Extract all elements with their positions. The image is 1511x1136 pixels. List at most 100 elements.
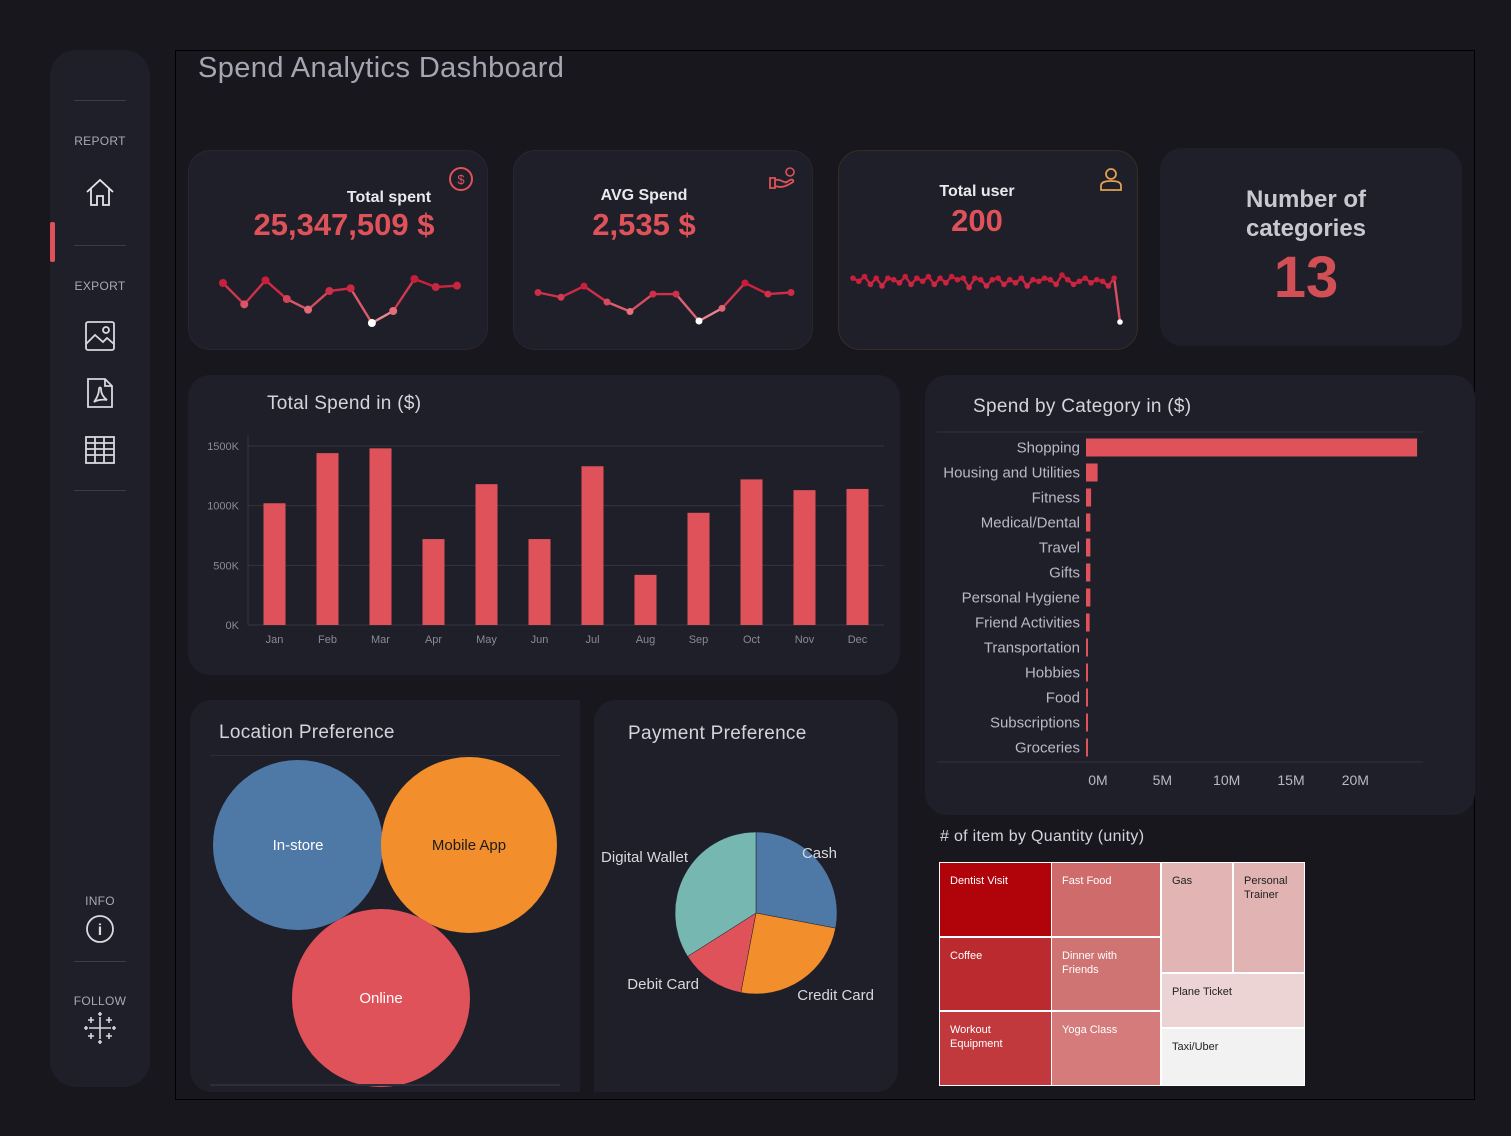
sparkline-point[interactable] <box>389 307 398 315</box>
bar-apr[interactable] <box>422 539 445 625</box>
category-bar[interactable] <box>1086 638 1088 657</box>
sparkline-point[interactable] <box>1099 278 1106 285</box>
sparkline-point[interactable] <box>741 279 749 287</box>
sparkline-point[interactable] <box>557 293 565 301</box>
sparkline-point[interactable] <box>1012 280 1019 286</box>
sparkline-point[interactable] <box>1076 278 1083 285</box>
category-bar[interactable] <box>1086 538 1091 557</box>
sparkline-point[interactable] <box>1082 275 1088 281</box>
sparkline-point[interactable] <box>1024 283 1030 289</box>
treemap-cell[interactable]: Workout Equipment <box>939 1011 1053 1086</box>
sparkline-point[interactable] <box>925 273 932 280</box>
treemap-cell[interactable]: Dinner with Friends <box>1051 937 1161 1011</box>
sparkline-point[interactable] <box>914 275 920 281</box>
sparkline-point[interactable] <box>995 275 1001 281</box>
sparkline-point[interactable] <box>1041 275 1048 281</box>
sparkline-point[interactable] <box>1111 275 1117 281</box>
sparkline-point[interactable] <box>695 317 703 325</box>
sparkline-point[interactable] <box>718 304 726 312</box>
sparkline-point[interactable] <box>1006 276 1013 283</box>
treemap-cell[interactable]: Coffee <box>939 937 1053 1011</box>
category-bar[interactable] <box>1086 713 1088 732</box>
category-bar[interactable] <box>1086 613 1090 632</box>
sparkline-point[interactable] <box>977 276 984 283</box>
sparkline-point[interactable] <box>325 287 334 295</box>
sparkline-point[interactable] <box>943 280 949 286</box>
category-bar[interactable] <box>1086 588 1091 607</box>
sparkline-point[interactable] <box>989 276 996 283</box>
category-bar[interactable] <box>1086 488 1092 507</box>
sparkline-point[interactable] <box>367 319 376 327</box>
sparkline-point[interactable] <box>1018 275 1025 281</box>
sparkline-point[interactable] <box>534 289 542 296</box>
treemap-cell[interactable]: Plane Ticket <box>1161 973 1305 1028</box>
sparkline-point[interactable] <box>764 290 772 298</box>
sparkline-point[interactable] <box>954 276 961 283</box>
treemap-cell[interactable]: Personal Trainer <box>1233 862 1305 973</box>
bar-jul[interactable] <box>581 466 604 625</box>
tableau-logo-icon[interactable] <box>82 1010 118 1046</box>
category-bar[interactable] <box>1086 738 1088 757</box>
sparkline-point[interactable] <box>937 275 943 281</box>
sparkline-point[interactable] <box>1105 283 1112 289</box>
sparkline-point[interactable] <box>282 295 291 303</box>
bar-may[interactable] <box>475 484 498 625</box>
sparkline-point[interactable] <box>603 298 611 306</box>
treemap-cell[interactable]: Yoga Class <box>1051 1011 1161 1086</box>
sparkline-point[interactable] <box>410 275 419 283</box>
sparkline-point[interactable] <box>787 289 795 296</box>
sparkline-point[interactable] <box>240 300 249 309</box>
sparkline-point[interactable] <box>219 279 227 287</box>
sparkline-point[interactable] <box>879 283 885 289</box>
treemap-cell[interactable]: Fast Food <box>1051 862 1161 937</box>
sparkline-point[interactable] <box>972 275 978 281</box>
bar-oct[interactable] <box>740 479 763 625</box>
table-export-icon[interactable] <box>82 432 118 468</box>
bar-jun[interactable] <box>528 539 551 625</box>
category-bar[interactable] <box>1086 688 1088 707</box>
bar-nov[interactable] <box>793 490 816 625</box>
treemap-cell[interactable]: Dentist Visit <box>939 862 1053 937</box>
treemap-cell[interactable]: Gas <box>1161 862 1233 973</box>
sparkline-point[interactable] <box>1047 276 1054 283</box>
sparkline-point[interactable] <box>908 281 914 288</box>
sparkline-point[interactable] <box>931 281 938 288</box>
category-bar[interactable] <box>1086 513 1091 532</box>
sparkline-point[interactable] <box>890 276 897 283</box>
sparkline-point[interactable] <box>346 284 355 293</box>
sparkline-point[interactable] <box>850 275 856 281</box>
sparkline-point[interactable] <box>672 290 680 298</box>
info-icon[interactable]: i <box>82 911 118 947</box>
sparkline-point[interactable] <box>919 278 926 285</box>
sparkline-point[interactable] <box>1088 280 1094 286</box>
sparkline-point[interactable] <box>1030 276 1036 283</box>
category-bar[interactable] <box>1086 563 1091 582</box>
sparkline-point[interactable] <box>1059 272 1065 278</box>
bar-aug[interactable] <box>634 574 657 625</box>
sparkline-point[interactable] <box>1064 276 1071 283</box>
sparkline-point[interactable] <box>873 275 880 281</box>
sparkline-point[interactable] <box>983 283 990 289</box>
sparkline-point[interactable] <box>261 276 270 285</box>
bar-sep[interactable] <box>687 512 710 625</box>
sparkline-point[interactable] <box>867 281 874 288</box>
bar-feb[interactable] <box>316 453 339 625</box>
pdf-export-icon[interactable] <box>82 375 118 411</box>
bar-mar[interactable] <box>369 448 392 625</box>
sparkline-point[interactable] <box>1117 319 1123 325</box>
sparkline-point[interactable] <box>304 305 313 314</box>
sparkline-point[interactable] <box>1070 281 1077 288</box>
sparkline-point[interactable] <box>1053 281 1059 288</box>
category-bar[interactable] <box>1086 663 1088 682</box>
sparkline-point[interactable] <box>902 273 909 280</box>
bar-dec[interactable] <box>846 488 869 625</box>
sparkline-point[interactable] <box>948 273 955 280</box>
home-icon[interactable] <box>82 174 118 210</box>
bar-jan[interactable] <box>263 503 286 625</box>
sparkline-point[interactable] <box>1093 276 1100 283</box>
sparkline-point[interactable] <box>453 281 461 290</box>
sparkline-point[interactable] <box>626 308 634 315</box>
sparkline-point[interactable] <box>580 282 588 290</box>
sparkline-point[interactable] <box>1001 281 1007 288</box>
sparkline-point[interactable] <box>856 278 862 285</box>
